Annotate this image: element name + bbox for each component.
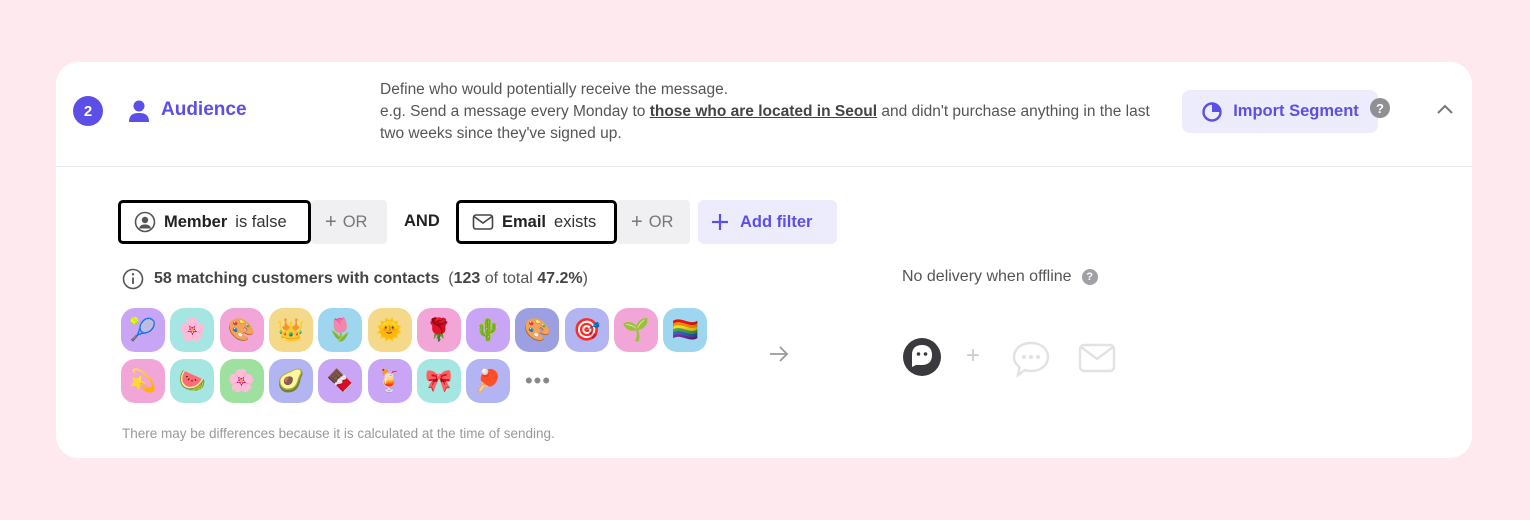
customer-avatar[interactable]: 🌷 — [318, 308, 363, 352]
footnote: There may be differences because it is c… — [122, 426, 555, 441]
add-filter-label: Add filter — [740, 212, 813, 231]
customer-avatar[interactable]: 🎾 — [121, 308, 165, 352]
customer-avatar[interactable]: 🌞 — [367, 308, 412, 352]
plus-icon: + — [325, 210, 337, 233]
bot-icon — [903, 338, 941, 376]
plus-icon: + — [631, 210, 643, 233]
customer-avatar[interactable]: 🎨 — [515, 308, 560, 352]
customer-avatar[interactable]: 🌸 — [170, 308, 215, 352]
customer-avatar[interactable]: 🏓 — [466, 359, 511, 403]
or-label: OR — [648, 212, 674, 231]
person-icon — [129, 100, 149, 122]
pie-chart-icon — [1202, 101, 1222, 122]
match-percent: 47.2% — [537, 270, 583, 287]
filter-operator-label: is false — [235, 212, 287, 231]
customer-avatar[interactable]: 🥑 — [268, 359, 313, 403]
description-highlight: those who are located in Seoul — [649, 103, 878, 120]
add-or-button[interactable]: + OR — [311, 200, 387, 244]
customer-avatar[interactable]: 💫 — [121, 359, 165, 403]
add-or-button[interactable]: + OR — [617, 200, 690, 244]
customer-avatar[interactable]: 🌵 — [466, 308, 511, 352]
envelope-icon — [472, 214, 494, 230]
add-filter-button[interactable]: Add filter — [698, 200, 837, 244]
or-label: OR — [342, 212, 368, 231]
matching-count-text: 58 matching customers with contacts — [154, 270, 440, 287]
filter-member[interactable]: Member is false — [118, 200, 311, 244]
customer-avatar[interactable]: 🍫 — [318, 359, 363, 403]
step-number-badge: 2 — [73, 96, 103, 126]
more-avatars-icon[interactable]: ••• — [520, 359, 556, 403]
description-line-1: Define who would potentially receive the… — [380, 81, 729, 98]
audience-card: 2 Audience Define who would potentially … — [56, 62, 1472, 458]
filter-field-label: Email — [502, 212, 547, 231]
matched-total: 123 — [453, 270, 481, 287]
customer-avatar[interactable]: 🍉 — [170, 359, 215, 403]
filter-operator-label: exists — [554, 212, 597, 231]
chat-bubble-icon — [1012, 341, 1050, 378]
customer-avatar[interactable]: 🍹 — [367, 359, 412, 403]
customer-avatar[interactable]: 🌸 — [219, 359, 264, 403]
offline-label: No delivery when offline — [902, 268, 1072, 285]
offline-setting: No delivery when offline ? — [902, 268, 1098, 286]
help-icon[interactable]: ? — [1370, 98, 1390, 118]
plus-icon — [712, 214, 728, 230]
help-icon[interactable]: ? — [1081, 269, 1098, 285]
plus-separator: + — [966, 342, 981, 369]
user-circle-icon — [134, 211, 156, 233]
customer-avatar[interactable]: 🌱 — [614, 308, 658, 352]
import-segment-button[interactable]: Import Segment — [1182, 90, 1378, 133]
customer-avatar[interactable]: 🏳️‍🌈 — [663, 308, 708, 352]
of-total-label: of total — [484, 270, 533, 287]
customer-avatar[interactable]: 👑 — [268, 308, 313, 352]
section-description: Define who would potentially receive the… — [380, 79, 1160, 145]
filter-email[interactable]: Email exists — [456, 200, 617, 244]
customer-avatar[interactable]: 🎨 — [219, 308, 264, 352]
chevron-up-icon[interactable] — [1435, 102, 1455, 116]
info-icon — [122, 268, 144, 290]
description-example: e.g. Send a message every Monday to thos… — [380, 101, 1160, 145]
section-title: Audience — [161, 99, 247, 120]
customer-avatar[interactable]: 🎀 — [416, 359, 461, 403]
description-pre: e.g. Send a message every Monday to — [380, 103, 650, 120]
customer-avatar[interactable]: 🌹 — [416, 308, 461, 352]
customer-avatar[interactable]: 🎯 — [564, 308, 609, 352]
matching-summary: 58 matching customers with contacts (123… — [122, 268, 588, 290]
paren-close: ) — [582, 270, 588, 287]
arrow-right-icon — [770, 346, 789, 362]
and-connector: AND — [404, 212, 440, 230]
import-segment-label: Import Segment — [1233, 102, 1359, 120]
card-header: 2 Audience Define who would potentially … — [56, 62, 1472, 167]
filter-field-label: Member — [164, 212, 228, 231]
mail-icon — [1078, 343, 1116, 373]
